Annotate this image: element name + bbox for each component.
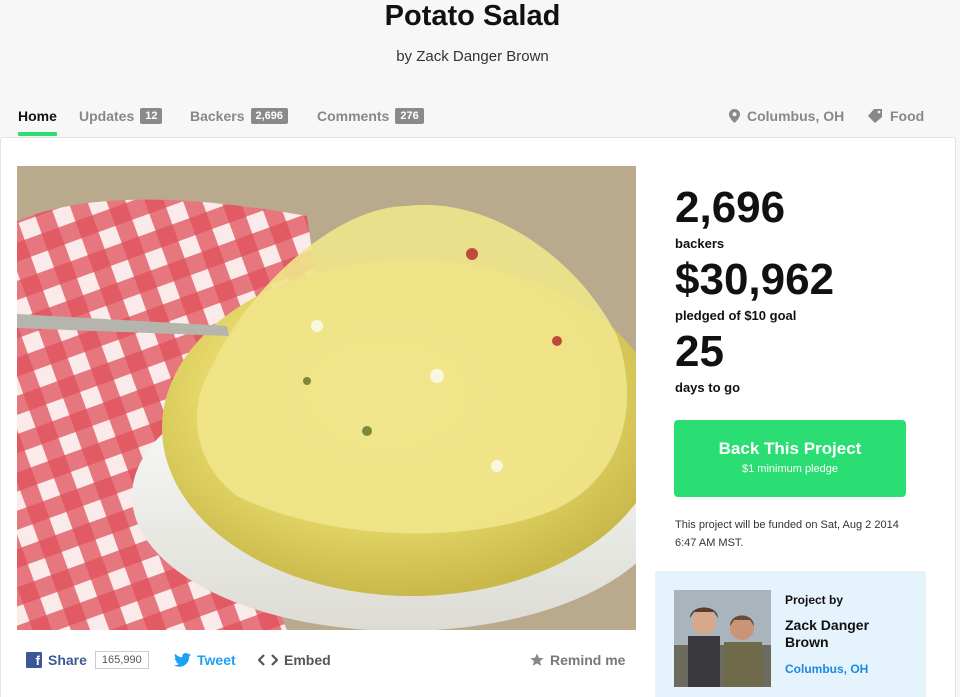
creator-name[interactable]: Zack Danger Brown (785, 617, 905, 651)
creator-heading: Project by (785, 593, 844, 607)
tab-updates-count: 12 (140, 108, 163, 124)
facebook-share-button[interactable]: f Share 165,990 (26, 648, 149, 672)
tab-updates-label: Updates (79, 108, 135, 124)
active-tab-indicator (18, 132, 57, 136)
location-link[interactable]: Columbus, OH (729, 108, 844, 124)
remind-me-label: Remind me (550, 652, 626, 668)
star-icon (530, 653, 544, 666)
project-title: Potato Salad (384, 0, 561, 32)
remind-me-button[interactable]: Remind me (530, 648, 625, 672)
project-nav: Home Updates 12 Backers 2,696 Comments 2… (0, 100, 960, 138)
tag-icon (868, 109, 882, 123)
map-pin-icon (729, 109, 740, 123)
project-video[interactable] (17, 166, 636, 630)
tab-home[interactable]: Home (18, 108, 57, 136)
tab-comments-count: 276 (395, 108, 424, 124)
tab-comments[interactable]: Comments 276 (317, 108, 424, 124)
tweet-button[interactable]: Tweet (174, 648, 236, 672)
backers-count: 2,696 (675, 183, 786, 232)
back-button-sublabel: $1 minimum pledge (742, 463, 838, 475)
facebook-icon: f (26, 652, 42, 668)
days-to-go-count: 25 (675, 327, 724, 376)
creator-card: Project by Zack Danger Brown Columbus, O… (655, 571, 926, 697)
category-label: Food (890, 108, 925, 124)
tab-home-label: Home (18, 108, 57, 124)
embed-code-icon (258, 654, 278, 666)
tweet-label: Tweet (197, 652, 236, 668)
tab-backers-label: Backers (190, 108, 245, 124)
facebook-share-label: Share (48, 652, 87, 668)
project-byline[interactable]: by Zack Danger Brown (0, 48, 945, 65)
embed-button[interactable]: Embed (258, 648, 331, 672)
creator-location[interactable]: Columbus, OH (785, 662, 868, 676)
facebook-share-count: 165,990 (94, 651, 149, 669)
share-bar: f Share 165,990 Tweet Embed Remind me (26, 648, 626, 672)
backers-label: backers (675, 236, 725, 251)
tab-backers[interactable]: Backers 2,696 (190, 108, 289, 124)
category-link[interactable]: Food (868, 108, 924, 124)
twitter-icon (174, 653, 191, 667)
creator-avatar[interactable] (674, 590, 771, 687)
location-label: Columbus, OH (747, 108, 845, 124)
back-button-label: Back This Project (718, 439, 862, 458)
days-to-go-label: days to go (675, 380, 741, 395)
tab-backers-count: 2,696 (250, 108, 289, 124)
tab-updates[interactable]: Updates 12 (79, 108, 163, 124)
tab-comments-label: Comments (317, 108, 390, 124)
back-this-project-button[interactable]: Back This Project $1 minimum pledge (674, 420, 906, 497)
pledged-label: pledged of $10 goal (675, 308, 797, 323)
potato-salad-image (17, 166, 636, 630)
pledged-amount: $30,962 (675, 255, 835, 304)
embed-label: Embed (284, 652, 331, 668)
creator-photo-image (674, 590, 771, 687)
funding-note: This project will be funded on Sat, Aug … (675, 519, 899, 549)
